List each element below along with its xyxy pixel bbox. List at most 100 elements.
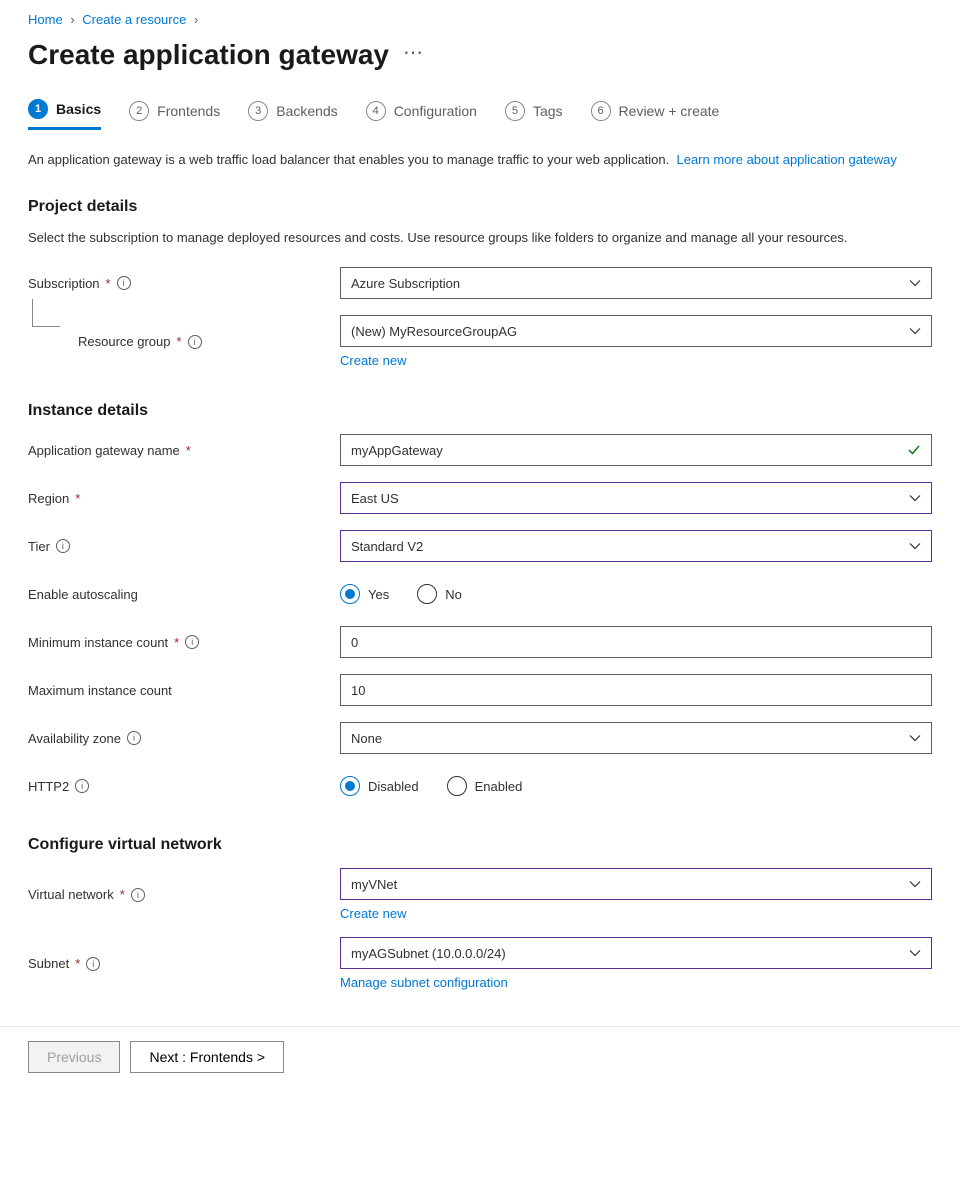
tab-review-create[interactable]: 6 Review + create	[591, 99, 720, 130]
tab-frontends[interactable]: 2 Frontends	[129, 99, 220, 130]
chevron-down-icon	[909, 540, 921, 552]
tab-number-icon: 5	[505, 101, 525, 121]
vnet-heading: Configure virtual network	[28, 836, 932, 854]
chevron-down-icon	[909, 732, 921, 744]
hierarchy-connector	[32, 299, 60, 327]
gateway-name-label: Application gateway name	[28, 443, 180, 458]
info-icon[interactable]: i	[86, 957, 100, 971]
min-instance-label: Minimum instance count	[28, 635, 168, 650]
subscription-value: Azure Subscription	[351, 276, 460, 291]
wizard-tabs: 1 Basics 2 Frontends 3 Backends 4 Config…	[28, 99, 932, 130]
info-icon[interactable]: i	[188, 335, 202, 349]
chevron-down-icon	[909, 878, 921, 890]
create-new-rg-link[interactable]: Create new	[340, 353, 406, 368]
http2-disabled-radio[interactable]: Disabled	[340, 776, 419, 796]
required-indicator: *	[177, 334, 182, 349]
max-instance-value: 10	[351, 683, 365, 698]
info-icon[interactable]: i	[185, 635, 199, 649]
intro-body: An application gateway is a web traffic …	[28, 152, 669, 167]
tab-tags[interactable]: 5 Tags	[505, 99, 563, 130]
subscription-label: Subscription	[28, 276, 100, 291]
breadcrumb-home[interactable]: Home	[28, 12, 63, 27]
chevron-down-icon	[909, 277, 921, 289]
learn-more-link[interactable]: Learn more about application gateway	[676, 152, 896, 167]
tab-number-icon: 1	[28, 99, 48, 119]
tab-label: Basics	[56, 101, 101, 117]
breadcrumb: Home › Create a resource ›	[28, 12, 932, 27]
tab-backends[interactable]: 3 Backends	[248, 99, 337, 130]
tab-label: Review + create	[619, 103, 720, 119]
radio-label: Yes	[368, 587, 389, 602]
subnet-label: Subnet	[28, 956, 69, 971]
tab-basics[interactable]: 1 Basics	[28, 99, 101, 130]
vnet-select[interactable]: myVNet	[340, 868, 932, 900]
tab-configuration[interactable]: 4 Configuration	[366, 99, 477, 130]
intro-text: An application gateway is a web traffic …	[28, 150, 932, 170]
tab-label: Frontends	[157, 103, 220, 119]
next-button[interactable]: Next : Frontends >	[130, 1041, 284, 1073]
subscription-select[interactable]: Azure Subscription	[340, 267, 932, 299]
create-new-vnet-link[interactable]: Create new	[340, 906, 406, 921]
max-instance-input[interactable]: 10	[340, 674, 932, 706]
wizard-footer: Previous Next : Frontends >	[0, 1026, 960, 1087]
manage-subnet-link[interactable]: Manage subnet configuration	[340, 975, 508, 990]
max-instance-label: Maximum instance count	[28, 683, 172, 698]
project-details-desc: Select the subscription to manage deploy…	[28, 228, 932, 248]
info-icon[interactable]: i	[117, 276, 131, 290]
chevron-down-icon	[909, 947, 921, 959]
breadcrumb-create-resource[interactable]: Create a resource	[82, 12, 186, 27]
autoscaling-label: Enable autoscaling	[28, 587, 138, 602]
gateway-name-value: myAppGateway	[351, 443, 443, 458]
project-details-heading: Project details	[28, 198, 932, 216]
region-label: Region	[28, 491, 69, 506]
tier-value: Standard V2	[351, 539, 423, 554]
breadcrumb-sep: ›	[70, 12, 74, 27]
check-icon	[907, 443, 921, 457]
radio-label: No	[445, 587, 462, 602]
vnet-label: Virtual network	[28, 887, 114, 902]
radio-label: Enabled	[475, 779, 523, 794]
tab-number-icon: 2	[129, 101, 149, 121]
info-icon[interactable]: i	[127, 731, 141, 745]
subnet-select[interactable]: myAGSubnet (10.0.0.0/24)	[340, 937, 932, 969]
min-instance-value: 0	[351, 635, 358, 650]
instance-details-heading: Instance details	[28, 402, 932, 420]
availability-zone-value: None	[351, 731, 382, 746]
previous-button: Previous	[28, 1041, 120, 1073]
tab-label: Tags	[533, 103, 563, 119]
tab-label: Configuration	[394, 103, 477, 119]
tab-number-icon: 4	[366, 101, 386, 121]
page-title: Create application gateway	[28, 39, 389, 71]
radio-label: Disabled	[368, 779, 419, 794]
region-select[interactable]: East US	[340, 482, 932, 514]
chevron-down-icon	[909, 325, 921, 337]
min-instance-input[interactable]: 0	[340, 626, 932, 658]
required-indicator: *	[120, 887, 125, 902]
http2-enabled-radio[interactable]: Enabled	[447, 776, 523, 796]
required-indicator: *	[186, 443, 191, 458]
info-icon[interactable]: i	[131, 888, 145, 902]
chevron-down-icon	[909, 492, 921, 504]
tab-label: Backends	[276, 103, 337, 119]
info-icon[interactable]: i	[56, 539, 70, 553]
resource-group-select[interactable]: (New) MyResourceGroupAG	[340, 315, 932, 347]
tier-label: Tier	[28, 539, 50, 554]
tab-number-icon: 3	[248, 101, 268, 121]
autoscaling-no-radio[interactable]: No	[417, 584, 462, 604]
more-icon[interactable]: ⋯	[403, 43, 423, 67]
breadcrumb-sep: ›	[194, 12, 198, 27]
required-indicator: *	[75, 956, 80, 971]
tab-number-icon: 6	[591, 101, 611, 121]
required-indicator: *	[106, 276, 111, 291]
subnet-value: myAGSubnet (10.0.0.0/24)	[351, 946, 506, 961]
info-icon[interactable]: i	[75, 779, 89, 793]
autoscaling-yes-radio[interactable]: Yes	[340, 584, 389, 604]
tier-select[interactable]: Standard V2	[340, 530, 932, 562]
vnet-value: myVNet	[351, 877, 397, 892]
availability-zone-label: Availability zone	[28, 731, 121, 746]
resource-group-value: (New) MyResourceGroupAG	[351, 324, 517, 339]
region-value: East US	[351, 491, 399, 506]
required-indicator: *	[174, 635, 179, 650]
availability-zone-select[interactable]: None	[340, 722, 932, 754]
gateway-name-input[interactable]: myAppGateway	[340, 434, 932, 466]
